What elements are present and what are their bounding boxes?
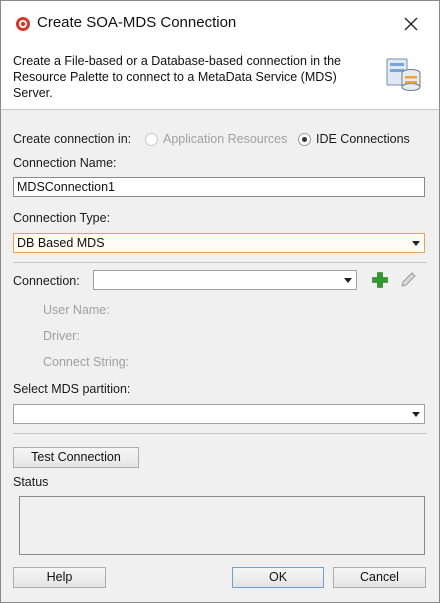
connection-type-label: Connection Type: bbox=[13, 211, 111, 225]
chevron-down-icon bbox=[344, 278, 352, 283]
connection-select[interactable] bbox=[93, 270, 357, 290]
partition-label: Select MDS partition: bbox=[13, 382, 131, 396]
connection-name-label: Connection Name: bbox=[13, 156, 117, 170]
radio-ide-connections[interactable] bbox=[298, 133, 311, 146]
cancel-button[interactable]: Cancel bbox=[333, 567, 426, 588]
radio-application-resources-label: Application Resources bbox=[163, 132, 288, 146]
create-in-label: Create connection in: bbox=[13, 132, 132, 146]
radio-ide-connections-label: IDE Connections bbox=[316, 132, 410, 146]
close-icon[interactable] bbox=[401, 14, 421, 34]
connection-type-value: DB Based MDS bbox=[17, 236, 105, 250]
connection-name-field[interactable] bbox=[13, 177, 425, 197]
radio-application-resources[interactable] bbox=[145, 133, 158, 146]
header-description: Create a File-based or a Database-based … bbox=[13, 54, 341, 100]
connection-type-select[interactable]: DB Based MDS bbox=[13, 233, 425, 253]
app-icon bbox=[16, 17, 30, 31]
status-output bbox=[19, 496, 425, 555]
connection-label: Connection: bbox=[13, 274, 80, 288]
window-title: Create SOA-MDS Connection bbox=[37, 14, 237, 31]
ok-button[interactable]: OK bbox=[232, 567, 324, 588]
test-connection-button[interactable]: Test Connection bbox=[13, 447, 139, 468]
create-soa-mds-dialog: Create SOA-MDS Connection Create a File-… bbox=[0, 0, 440, 603]
status-label: Status bbox=[13, 475, 49, 489]
help-button[interactable]: Help bbox=[13, 567, 106, 588]
chevron-down-icon bbox=[412, 241, 420, 246]
connect-string-label: Connect String: bbox=[43, 355, 130, 369]
partition-select[interactable] bbox=[13, 404, 425, 424]
add-icon[interactable] bbox=[371, 271, 389, 289]
chevron-down-icon bbox=[412, 412, 420, 417]
user-name-label: User Name: bbox=[43, 303, 110, 317]
section-divider bbox=[13, 262, 427, 263]
edit-icon[interactable] bbox=[399, 271, 417, 289]
section-divider bbox=[13, 433, 427, 434]
dialog-header: Create a File-based or a Database-based … bbox=[1, 47, 439, 109]
database-icon bbox=[386, 58, 421, 91]
driver-label: Driver: bbox=[43, 329, 80, 343]
title-bar: Create SOA-MDS Connection bbox=[1, 1, 439, 47]
header-divider bbox=[1, 109, 439, 110]
